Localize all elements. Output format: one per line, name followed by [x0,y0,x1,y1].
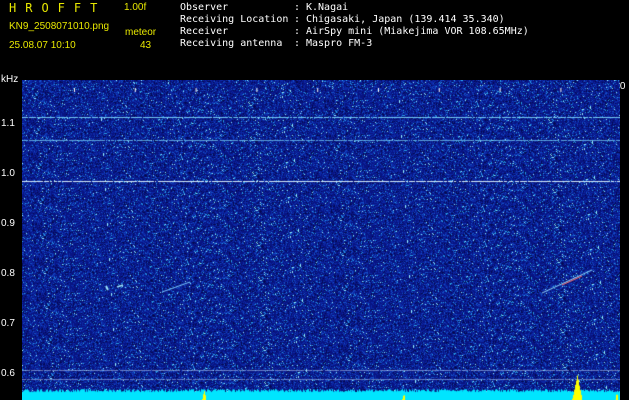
filename-label: KN9_2508071010.png [9,21,110,32]
info-label: Observer [180,2,229,13]
info-label: Receiving Location [180,14,289,25]
info-separator: : [294,14,301,25]
app-title: HROFFT [9,1,107,15]
info-separator: : [294,26,301,37]
y-tick-label: 0.6 [1,368,15,379]
version-label: 1.00f [124,2,147,13]
info-value: K.Nagai [306,2,349,13]
info-label: Receiving antenna [180,38,283,49]
meteor-count: 43 [140,40,152,51]
info-separator: : [294,2,301,13]
y-tick-label: 0.7 [1,318,15,329]
info-value: AirSpy mini (Miakejima VOR 108.65MHz) [306,26,529,37]
y-tick-label: 0.9 [1,218,15,229]
header-panel: HROFFT 1.00f KN9_2508071010.png meteor 2… [0,0,629,78]
info-value: Maspro FM-3 [306,38,373,49]
spectrogram-panel [22,80,620,400]
info-label: Receiver [180,26,229,37]
y-tick-label: 0.8 [1,268,15,279]
info-separator: : [294,38,301,49]
info-value: Chigasaki, Japan (139.414 35.340) [306,14,505,25]
y-tick-label: 1.1 [1,118,15,129]
mode-label: meteor [125,27,157,38]
spectrogram-canvas [22,80,620,400]
y-axis-unit: kHz [1,74,19,85]
datetime-label: 25.08.07 10:10 [9,40,76,51]
y-tick-label: 1.0 [1,168,15,179]
